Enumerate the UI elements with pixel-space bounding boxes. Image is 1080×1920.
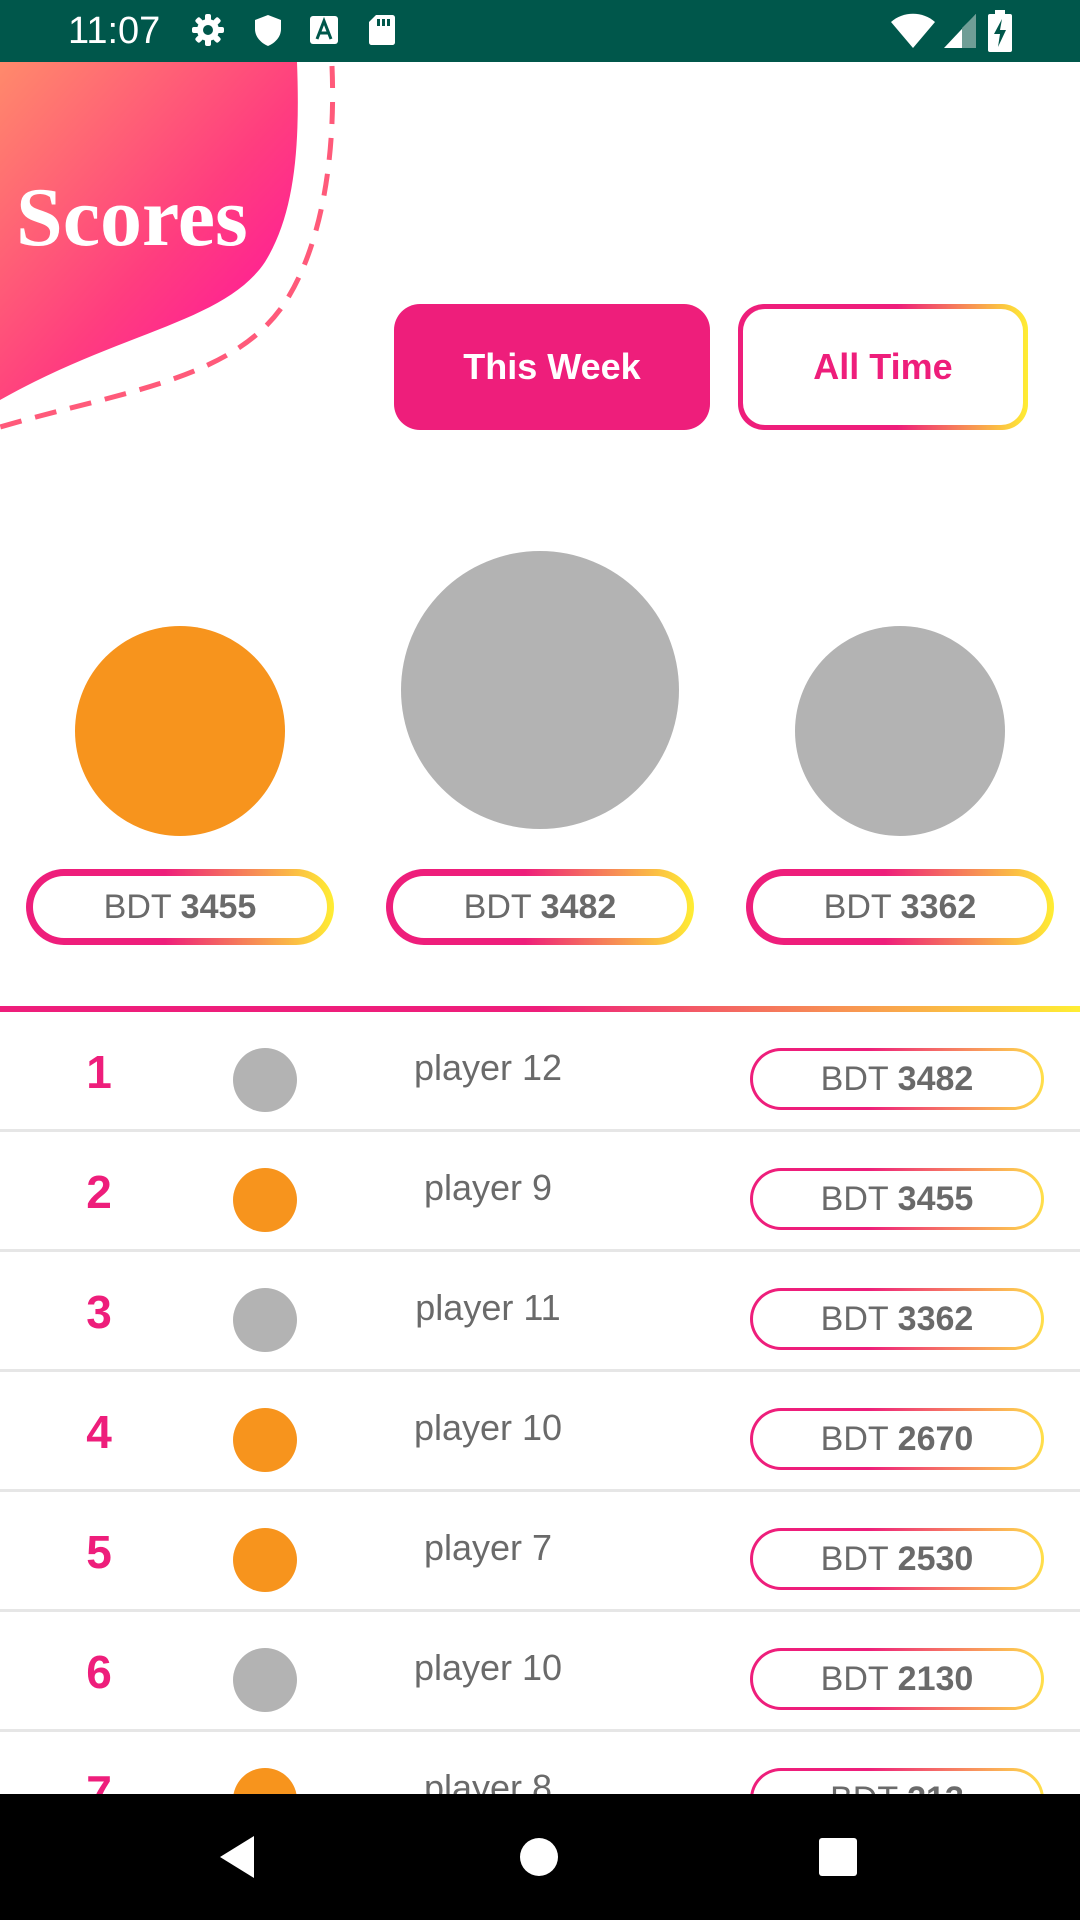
gear-icon bbox=[190, 12, 226, 48]
status-time: 11:07 bbox=[68, 10, 161, 52]
score-badge: BDT 3455 bbox=[750, 1168, 1044, 1230]
rank-number: 4 bbox=[86, 1406, 112, 1458]
back-icon[interactable] bbox=[206, 1824, 272, 1890]
rank-number: 5 bbox=[86, 1526, 112, 1578]
leaderboard-list[interactable]: 1 player 12 BDT 3482 2 player 9 BDT 3455 3… bbox=[0, 1012, 1080, 1794]
list-item[interactable]: 7 player 8 BDT 213 bbox=[0, 1732, 1080, 1794]
score-amount: 2530 bbox=[897, 1539, 974, 1578]
score-amount: 3482 bbox=[897, 1059, 974, 1098]
currency-label: BDT bbox=[463, 887, 532, 926]
rank-number: 7 bbox=[86, 1766, 112, 1794]
rank-number: 3 bbox=[86, 1286, 112, 1338]
player-name: player 10 bbox=[413, 1647, 563, 1688]
list-item[interactable]: 1 player 12 BDT 3482 bbox=[0, 1012, 1080, 1132]
currency-label: BDT bbox=[103, 887, 172, 926]
a-icon bbox=[306, 12, 342, 48]
avatar bbox=[233, 1048, 297, 1112]
podium-avatar bbox=[401, 551, 679, 829]
podium-score-badge: BDT 3455 bbox=[26, 869, 334, 945]
currency-label: BDT bbox=[820, 1419, 889, 1458]
status-bar: 11:07 bbox=[0, 0, 1080, 62]
wifi-icon bbox=[890, 10, 936, 50]
rank-number: 6 bbox=[86, 1646, 112, 1698]
currency-label: BDT bbox=[820, 1539, 889, 1578]
avatar bbox=[233, 1528, 297, 1592]
page-title: Scores bbox=[16, 171, 248, 264]
list-item[interactable]: 4 player 10 BDT 2670 bbox=[0, 1372, 1080, 1492]
currency-label: BDT bbox=[820, 1299, 889, 1338]
tab-all-time-label: All Time bbox=[813, 346, 953, 387]
score-amount: 2670 bbox=[897, 1419, 974, 1458]
player-name: player 10 bbox=[413, 1407, 563, 1448]
currency-label: BDT bbox=[823, 887, 892, 926]
home-icon[interactable] bbox=[506, 1824, 572, 1890]
player-name: player 9 bbox=[423, 1167, 553, 1208]
avatar bbox=[233, 1648, 297, 1712]
score-amount: 3362 bbox=[897, 1299, 974, 1338]
player-name: player 7 bbox=[423, 1527, 553, 1568]
navigation-bar bbox=[0, 1794, 1080, 1920]
list-item[interactable]: 5 player 7 BDT 2530 bbox=[0, 1492, 1080, 1612]
score-badge: BDT 3482 bbox=[750, 1048, 1044, 1110]
list-item[interactable]: 2 player 9 BDT 3455 bbox=[0, 1132, 1080, 1252]
score-badge: BDT 2130 bbox=[750, 1648, 1044, 1710]
recents-icon[interactable] bbox=[805, 1824, 871, 1890]
sd-card-icon bbox=[364, 12, 400, 48]
player-name: player 11 bbox=[415, 1287, 561, 1328]
avatar bbox=[233, 1408, 297, 1472]
avatar bbox=[233, 1288, 297, 1352]
score-badge: BDT 2670 bbox=[750, 1408, 1044, 1470]
score-amount: 3362 bbox=[900, 887, 977, 926]
currency-label: BDT bbox=[830, 1780, 898, 1795]
currency-label: BDT bbox=[820, 1059, 889, 1098]
list-item[interactable]: 6 player 10 BDT 2130 bbox=[0, 1612, 1080, 1732]
player-name: player 12 bbox=[413, 1047, 563, 1088]
score-badge: BDT 2530 bbox=[750, 1528, 1044, 1590]
signal-icon bbox=[942, 10, 978, 50]
list-item[interactable]: 3 player 11 BDT 3362 bbox=[0, 1252, 1080, 1372]
score-amount: 3455 bbox=[897, 1179, 974, 1218]
battery-charging-icon bbox=[988, 10, 1012, 52]
tab-all-time[interactable]: All Time bbox=[738, 304, 1028, 430]
player-name: player 8 bbox=[423, 1767, 553, 1794]
currency-label: BDT bbox=[820, 1179, 889, 1218]
tab-this-week[interactable]: This Week bbox=[394, 304, 710, 430]
podium-score-badge: BDT 3482 bbox=[386, 869, 694, 945]
score-amount: 3455 bbox=[180, 887, 257, 926]
avatar bbox=[233, 1768, 297, 1794]
score-amount: 3482 bbox=[540, 887, 617, 926]
shield-icon bbox=[250, 12, 286, 48]
score-amount: 213 bbox=[907, 1780, 964, 1795]
tab-this-week-label: This Week bbox=[463, 346, 641, 387]
avatar bbox=[233, 1168, 297, 1232]
currency-label: BDT bbox=[820, 1659, 889, 1698]
rank-number: 1 bbox=[86, 1046, 112, 1098]
podium-score-badge: BDT 3362 bbox=[746, 869, 1054, 945]
rank-number: 2 bbox=[86, 1166, 112, 1218]
score-badge: BDT 213 bbox=[750, 1768, 1044, 1794]
podium-avatar bbox=[795, 626, 1005, 836]
podium-avatar bbox=[75, 626, 285, 836]
score-badge: BDT 3362 bbox=[750, 1288, 1044, 1350]
score-amount: 2130 bbox=[897, 1659, 974, 1698]
